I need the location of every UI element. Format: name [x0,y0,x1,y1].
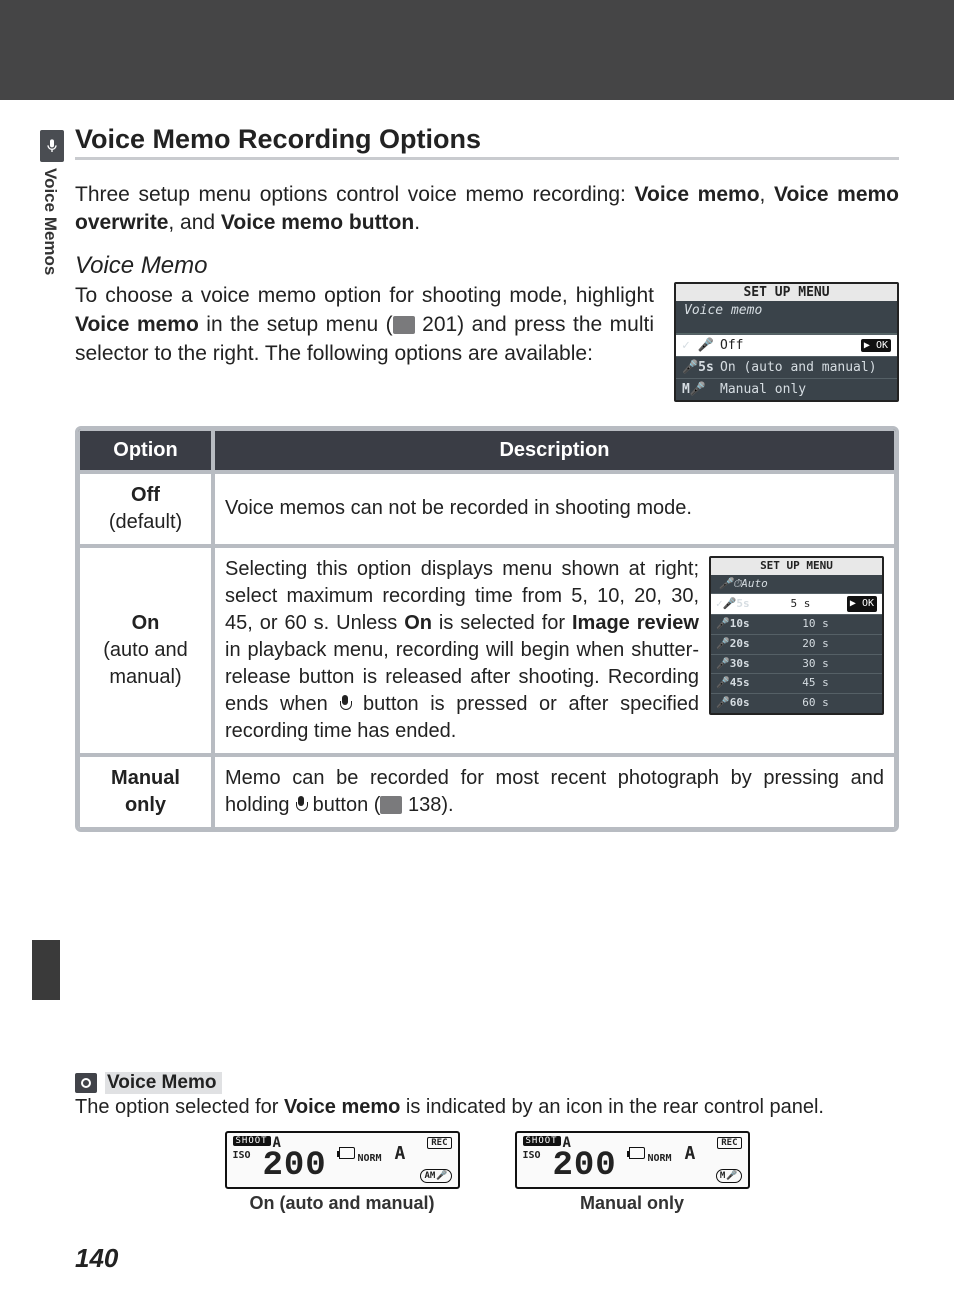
page-number: 140 [75,1243,118,1274]
opt-off-sub: (default) [90,509,201,536]
menu-row-off: ✓ 🎤 Off ▶ OK [676,334,897,356]
shoot-tag: SHOOT [233,1136,271,1146]
am-mode-badge: AM🎤 [420,1169,451,1183]
camera-setup-menu-screenshot: SET UP MENU Voice memo ✓ 🎤 Off ▶ OK 🎤5s … [674,282,899,402]
page-ref-icon [393,316,415,334]
submenu-row: 🎤20s20 s [711,634,882,654]
check-mic-icon: ✓ 🎤 [682,338,720,353]
iso-label: ISO [523,1150,541,1161]
norm-label: NORM [648,1153,672,1164]
control-panel-display: SHOOT A ISO 200 NORM A REC AM🎤 [225,1131,460,1189]
lead-paragraph: To choose a voice memo option for shooti… [75,282,654,369]
intro-bold-1: Voice memo [635,183,760,206]
rear-panel-auto-manual: SHOOT A ISO 200 NORM A REC AM🎤 On (auto … [225,1131,460,1214]
opt-on-sub: (auto and manual) [90,637,201,691]
note-text: The option selected for Voice memo is in… [75,1096,899,1119]
mic-5s-icon: 🎤5s [682,360,720,375]
rear-panel-manual-only: SHOOT A ISO 200 NORM A REC M🎤 Manual onl… [515,1131,750,1214]
table-row: On (auto and manual) Selecting this opti… [78,546,896,755]
opt-manual: Manual only [78,755,213,829]
subheading-voice-memo: Voice Memo [75,252,899,280]
intro-bold-3: Voice memo button [221,211,414,234]
submenu-row: 🎤30s30 s [711,654,882,674]
desc-off: Voice memos can not be recorded in shoot… [213,472,896,546]
ok-indicator: ▶ OK [861,339,891,352]
submenu-row: 🎤10s10 s [711,614,882,634]
col-description: Description [213,429,896,472]
m-mode-badge: M🎤 [716,1169,742,1183]
mode-a-icon: A [685,1143,696,1164]
iso-label: ISO [233,1150,251,1161]
norm-label: NORM [358,1153,382,1164]
card-icon [339,1147,355,1159]
opt-off: Off [131,484,160,506]
panel-caption-auto-manual: On (auto and manual) [225,1193,460,1214]
col-option: Option [78,429,213,472]
submenu-row: 🎤60s60 s [711,693,882,713]
camera-menu-crumb: Voice memo [684,303,762,318]
mode-a-icon: A [395,1143,406,1164]
iso-value: 200 [553,1147,617,1185]
submenu-row: ✓🎤5s5 s▶ OK [711,593,882,614]
card-icon [629,1147,645,1159]
mic-icon [339,695,351,713]
mic-icon [295,796,307,814]
menu-row-manual: M🎤 Manual only [676,378,897,400]
page-ref-icon [380,796,402,814]
page-title: Voice Memo Recording Options [75,124,899,160]
shoot-tag: SHOOT [523,1136,561,1146]
opt-on: On [132,612,160,634]
rec-badge: REC [427,1137,451,1149]
desc-on: Selecting this option displays menu show… [225,556,699,745]
table-row: Manual only Memo can be recorded for mos… [78,755,896,829]
note-icon [75,1073,97,1093]
options-table: Option Description Off (default) Voice m… [75,426,899,832]
control-panel-display: SHOOT A ISO 200 NORM A REC M🎤 [515,1131,750,1189]
camera-auto-submenu-screenshot: SET UP MENU 🎤⏱Auto ✓🎤5s5 s▶ OK 🎤10s10 s … [709,556,884,715]
intro-paragraph: Three setup menu options control voice m… [75,181,899,238]
camera-menu-title: SET UP MENU [676,284,897,301]
table-row: Off (default) Voice memos can not be rec… [78,472,896,546]
iso-value: 200 [263,1147,327,1185]
rec-badge: REC [717,1137,741,1149]
menu-row-on: 🎤5s On (auto and manual) [676,356,897,378]
note-title: Voice Memo [105,1072,222,1094]
top-dark-band [0,0,954,100]
panel-caption-manual-only: Manual only [515,1193,750,1214]
desc-manual: Memo can be recorded for most recent pho… [213,755,896,829]
submenu-row: 🎤45s45 s [711,673,882,693]
intro-text: Three setup menu options control voice m… [75,183,635,206]
manual-mic-icon: M🎤 [682,382,720,397]
